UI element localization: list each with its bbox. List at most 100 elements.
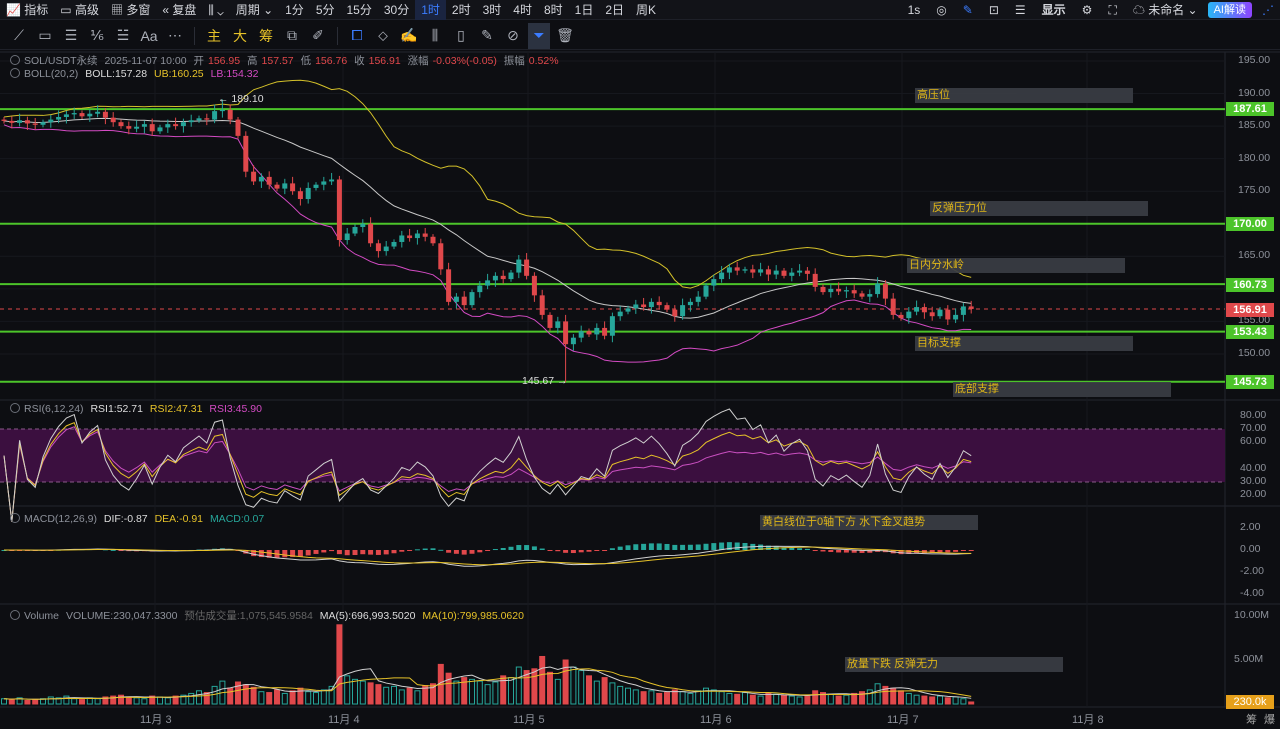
volume-bar (796, 696, 803, 705)
volume-bar (63, 695, 70, 705)
candle-body (375, 243, 381, 252)
candle-body (937, 309, 943, 317)
volume-bar (414, 690, 421, 705)
macd-bar (375, 550, 381, 555)
volume-bar (398, 689, 405, 705)
volume-bar (305, 691, 312, 705)
macd-bar (680, 544, 686, 550)
volume-bar (898, 690, 904, 705)
last-price-tag: 156.91 (1226, 303, 1274, 317)
volume-bar (710, 689, 717, 705)
volume-bar (749, 694, 756, 705)
rsi2: RSI2:47.31 (149, 403, 203, 415)
rsi-legend: RSI(6,12,24) RSI1:52.71 RSI2:47.31 RSI3:… (10, 403, 266, 415)
candle-body (126, 126, 132, 129)
high-price-label: ← 189.10 (218, 93, 264, 105)
volume-bar (453, 680, 460, 705)
candle-body (820, 286, 826, 293)
volume-bar (274, 689, 280, 705)
candle-body (95, 111, 101, 114)
candle-body (953, 314, 959, 320)
amplitude-label: 振幅 (503, 55, 525, 67)
candle-body (914, 307, 920, 312)
candle-body (734, 267, 740, 271)
macd-bar (812, 550, 818, 551)
volume-bar (125, 696, 132, 705)
macd-bar (742, 542, 748, 550)
price-tick: 175.00 (1238, 184, 1271, 197)
price-tick: 185.00 (1238, 119, 1271, 132)
note-macd[interactable]: 黄白线位于0轴下方 水下金叉趋势 (760, 515, 978, 530)
candle-body (843, 290, 849, 292)
boll-ub: UB:160.25 (154, 68, 204, 80)
time-tick: 11月 3 (140, 714, 172, 726)
macd-bar (438, 549, 444, 551)
volume-bar (515, 666, 522, 705)
candle-body (968, 306, 974, 309)
note-bottom-support[interactable]: 底部支撑 (953, 382, 1171, 397)
candle-body (664, 305, 670, 310)
visibility-icon[interactable] (10, 513, 20, 523)
chip-toggle[interactable]: 筹 (1246, 711, 1257, 727)
volume-bar (539, 655, 546, 705)
liquidation-toggle[interactable]: 爆 (1264, 711, 1275, 727)
candle-body (407, 235, 413, 239)
rsi3: RSI3:45.90 (209, 403, 262, 415)
dif: DIF:-0.87 (103, 513, 148, 525)
candle-body (212, 111, 218, 120)
volume-bar (952, 696, 959, 705)
candle-body (219, 109, 225, 112)
visibility-icon[interactable] (10, 55, 20, 65)
candle-body (321, 181, 327, 185)
note-rebound-resistance[interactable]: 反弹压力位 (930, 201, 1148, 216)
candle-body (48, 119, 54, 123)
macd-bar (360, 550, 366, 555)
volume-bar (617, 685, 624, 705)
volume-bar (648, 690, 655, 705)
macd-legend: MACD(12,26,9) DIF:-0.87 DEA:-0.91 MACD:0… (10, 513, 268, 525)
note-target-support[interactable]: 目标支撑 (915, 336, 1133, 351)
candle-body (929, 312, 935, 317)
macd-bar (297, 550, 303, 557)
candle-body (625, 308, 631, 312)
candle-body (17, 120, 23, 123)
volume-estimate: 预估成交量:1,075,545.9584 (184, 610, 313, 622)
note-intraday-pivot[interactable]: 日内分水岭 (907, 258, 1125, 273)
volume-bar (289, 690, 296, 705)
candle-body (672, 309, 678, 317)
volume-bar (843, 694, 850, 705)
volume-bar (726, 692, 733, 705)
macd-bar (352, 550, 358, 556)
rsi-band (0, 429, 1225, 483)
candle-body (399, 235, 405, 242)
level-tag: 187.61 (1226, 102, 1274, 116)
candle-body (141, 124, 147, 127)
volume-legend: Volume VOLUME:230,047.3300 预估成交量:1,075,5… (10, 608, 528, 623)
volume-bar (679, 691, 686, 705)
candle-body (516, 259, 522, 273)
close-label: 收 (354, 55, 365, 67)
candle-body (719, 272, 725, 280)
volume-bar (921, 695, 928, 705)
candle-body (477, 285, 483, 293)
volume-bar (742, 692, 748, 705)
candle-body (290, 183, 296, 192)
candle-body (828, 288, 834, 293)
candle-body (368, 223, 374, 244)
macd-bar (953, 550, 959, 552)
visibility-icon[interactable] (10, 68, 20, 78)
candle-body (251, 171, 257, 182)
candle-body (188, 120, 194, 123)
visibility-icon[interactable] (10, 610, 20, 620)
macd-bar (422, 548, 428, 550)
volume-bar (554, 678, 561, 705)
macd-bar (555, 550, 561, 552)
note-volume[interactable]: 放量下跌 反弹无力 (845, 657, 1063, 672)
candle-body (906, 311, 912, 319)
note-high-resistance[interactable]: 高压位 (915, 88, 1133, 103)
macd-bar (414, 549, 420, 551)
candle-body (851, 290, 857, 294)
candle-body (1, 119, 7, 121)
visibility-icon[interactable] (10, 403, 20, 413)
volume-bar (609, 682, 616, 705)
